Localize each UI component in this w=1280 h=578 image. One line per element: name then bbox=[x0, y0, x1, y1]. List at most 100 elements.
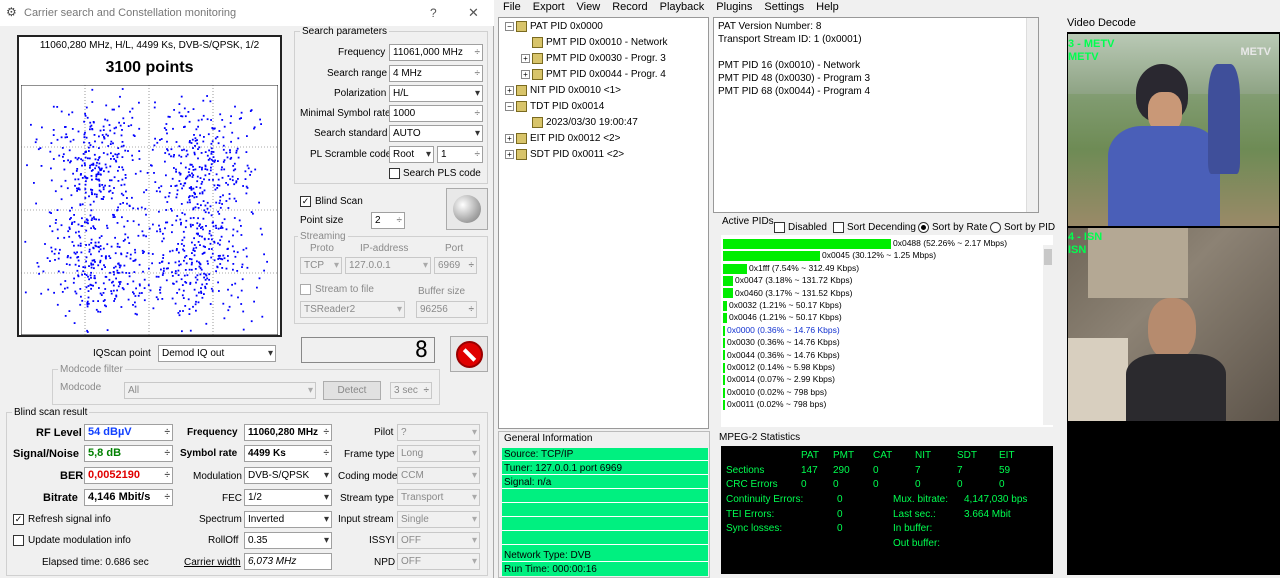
stop-button[interactable] bbox=[450, 336, 488, 372]
buffer-size-input[interactable]: 96256 bbox=[416, 301, 477, 318]
pid-row[interactable]: 0x0488 (52.26% ~ 2.17 Mbps) bbox=[723, 238, 1007, 250]
ip-address-input[interactable]: 127.0.0.1 bbox=[345, 257, 431, 274]
sort-by-rate-radio[interactable] bbox=[918, 222, 929, 233]
min-symbol-rate-input[interactable]: 1000 bbox=[389, 105, 483, 122]
video-frame-isn[interactable]: 4 - ISN ISN bbox=[1068, 228, 1279, 421]
sort-by-pid-radio[interactable] bbox=[990, 222, 1001, 233]
ch1-number: 3 - METV bbox=[1068, 38, 1115, 50]
tree-expander-icon[interactable]: + bbox=[505, 134, 514, 143]
issyi-select[interactable]: OFF bbox=[397, 532, 480, 549]
tree-expander-icon[interactable]: + bbox=[505, 86, 514, 95]
pid-row[interactable]: 0x0045 (30.12% ~ 1.25 Mbps) bbox=[723, 250, 936, 262]
sort-descending-checkbox[interactable] bbox=[833, 222, 844, 233]
tree-item[interactable]: + EIT PID 0x0012 <2> bbox=[505, 133, 620, 144]
video-frame-metv[interactable]: 3 - METV METV METV bbox=[1068, 34, 1279, 226]
pl-scramble-code-input[interactable]: 1 bbox=[437, 146, 483, 163]
menu-export[interactable]: Export bbox=[533, 1, 565, 13]
search-standard-select[interactable]: AUTO bbox=[389, 125, 483, 142]
disabled-checkbox[interactable] bbox=[774, 222, 785, 233]
ber-label: BER bbox=[60, 470, 84, 482]
pl-scramble-label: PL Scramble code bbox=[310, 149, 392, 160]
close-icon[interactable]: ✕ bbox=[468, 5, 479, 21]
stream-to-file-checkbox[interactable] bbox=[300, 284, 311, 295]
frame-type-select[interactable]: Long bbox=[397, 445, 480, 462]
fec-select[interactable]: 1/2 bbox=[244, 489, 332, 506]
pid-row[interactable]: 0x0460 (3.17% ~ 131.52 Kbps) bbox=[723, 288, 852, 300]
proto-select[interactable]: TCP bbox=[300, 257, 342, 274]
pid-row[interactable]: 0x0010 (0.02% ~ 798 bps) bbox=[723, 387, 827, 399]
tree-item[interactable]: + NIT PID 0x0010 <1> bbox=[505, 85, 621, 96]
menu-playback[interactable]: Playback bbox=[660, 1, 705, 13]
search-range-input[interactable]: 4 MHz bbox=[389, 65, 483, 82]
update-modulation-checkbox[interactable] bbox=[13, 535, 24, 546]
tree-item[interactable]: 2023/03/30 19:00:47 bbox=[521, 117, 638, 128]
fec-label: FEC bbox=[222, 493, 242, 504]
npd-select[interactable]: OFF bbox=[397, 553, 480, 570]
pid-row[interactable]: 0x0030 (0.36% ~ 14.76 Kbps) bbox=[723, 337, 840, 349]
menu-settings[interactable]: Settings bbox=[764, 1, 804, 13]
menu-help[interactable]: Help bbox=[816, 1, 839, 13]
pid-row[interactable]: 0x0046 (1.21% ~ 50.17 Kbps) bbox=[723, 312, 842, 324]
elapsed-time: Elapsed time: 0.686 sec bbox=[42, 557, 149, 568]
pid-row[interactable]: 0x1fff (7.54% ~ 312.49 Kbps) bbox=[723, 263, 859, 275]
stream-type-select[interactable]: Transport bbox=[397, 489, 480, 506]
menu-file[interactable]: File bbox=[503, 1, 521, 13]
pat-info-line: PAT Version Number: 8 bbox=[718, 21, 822, 32]
menu-plugins[interactable]: Plugins bbox=[716, 1, 752, 13]
menu-record[interactable]: Record bbox=[612, 1, 647, 13]
pids-scrollbar[interactable] bbox=[1043, 245, 1053, 425]
tree-item[interactable]: PMT PID 0x0010 - Network bbox=[521, 37, 668, 48]
pilot-select[interactable]: ? bbox=[397, 424, 480, 441]
frequency-input[interactable]: 11061,000 MHz bbox=[389, 44, 483, 61]
help-button[interactable]: ? bbox=[430, 6, 437, 20]
menu-view[interactable]: View bbox=[577, 1, 601, 13]
pid-row[interactable]: 0x0047 (3.18% ~ 131.72 Kbps) bbox=[723, 275, 852, 287]
pid-row[interactable]: 0x0000 (0.36% ~ 14.76 Kbps) bbox=[723, 325, 840, 337]
pid-row[interactable]: 0x0044 (0.36% ~ 14.76 Kbps) bbox=[723, 350, 840, 362]
point-size-input[interactable]: 2 bbox=[371, 212, 405, 229]
detect-button[interactable]: Detect bbox=[323, 381, 381, 400]
modulation-select[interactable]: DVB-S/QPSK bbox=[244, 467, 332, 484]
port-input[interactable]: 6969 bbox=[434, 257, 477, 274]
pid-row[interactable]: 0x0032 (1.21% ~ 50.17 Kbps) bbox=[723, 300, 842, 312]
scan-button[interactable] bbox=[446, 188, 488, 230]
result-frequency-label: Frequency bbox=[187, 427, 238, 438]
rolloff-select[interactable]: 0.35 bbox=[244, 532, 332, 549]
tree-expander-icon[interactable]: + bbox=[505, 150, 514, 159]
tree-expander-icon[interactable]: + bbox=[521, 54, 530, 63]
pat-scrollbar[interactable] bbox=[1026, 18, 1038, 212]
pid-rate-bar bbox=[723, 300, 727, 311]
rf-level-value: 54 dBµV bbox=[84, 424, 173, 441]
tree-expander-icon[interactable]: + bbox=[521, 70, 530, 79]
tree-item[interactable]: − PAT PID 0x0000 bbox=[505, 21, 603, 32]
tree-item[interactable]: − TDT PID 0x0014 bbox=[505, 101, 604, 112]
refresh-signal-checkbox[interactable]: ✓ bbox=[13, 514, 24, 525]
pid-row[interactable]: 0x0014 (0.07% ~ 2.99 Kbps) bbox=[723, 374, 835, 386]
digit-value: 8 bbox=[414, 338, 428, 363]
pid-rate-bar bbox=[723, 275, 733, 286]
pid-row[interactable]: 0x0012 (0.14% ~ 5.98 Kbps) bbox=[723, 362, 835, 374]
stream-file-select[interactable]: TSReader2 bbox=[300, 301, 405, 318]
spectrum-select[interactable]: Inverted bbox=[244, 511, 332, 528]
pid-row[interactable]: 0x0011 (0.02% ~ 798 bps) bbox=[723, 399, 826, 411]
modcode-select[interactable]: All bbox=[124, 382, 316, 399]
carrier-width-label[interactable]: Carrier width bbox=[184, 557, 241, 568]
pid-tree[interactable]: − PAT PID 0x0000 PMT PID 0x0010 - Network +… bbox=[498, 17, 709, 429]
coding-mode-select[interactable]: CCM bbox=[397, 467, 480, 484]
search-params-title: Search parameters bbox=[300, 26, 390, 37]
detect-seconds-input[interactable]: 3 sec bbox=[390, 382, 432, 399]
search-pls-checkbox[interactable] bbox=[389, 168, 400, 179]
tree-item[interactable]: + SDT PID 0x0011 <2> bbox=[505, 149, 624, 160]
blind-scan-checkbox[interactable]: ✓ bbox=[300, 196, 311, 207]
tree-item[interactable]: + PMT PID 0x0044 - Progr. 4 bbox=[521, 69, 666, 80]
tuner-row: Tuner: 127.0.0.1 port 6969 bbox=[502, 462, 708, 475]
tree-item[interactable]: + PMT PID 0x0030 - Progr. 3 bbox=[521, 53, 666, 64]
tree-expander-icon[interactable]: − bbox=[505, 102, 514, 111]
input-stream-select[interactable]: Single bbox=[397, 511, 480, 528]
polarization-select[interactable]: H/L bbox=[389, 85, 483, 102]
tree-expander-icon[interactable]: − bbox=[505, 22, 514, 31]
iqscan-select[interactable]: Demod IQ out bbox=[158, 345, 276, 362]
pl-scramble-mode-select[interactable]: Root bbox=[389, 146, 434, 163]
ch2-name: ISN bbox=[1068, 244, 1087, 256]
pat-info-line bbox=[718, 47, 1034, 60]
